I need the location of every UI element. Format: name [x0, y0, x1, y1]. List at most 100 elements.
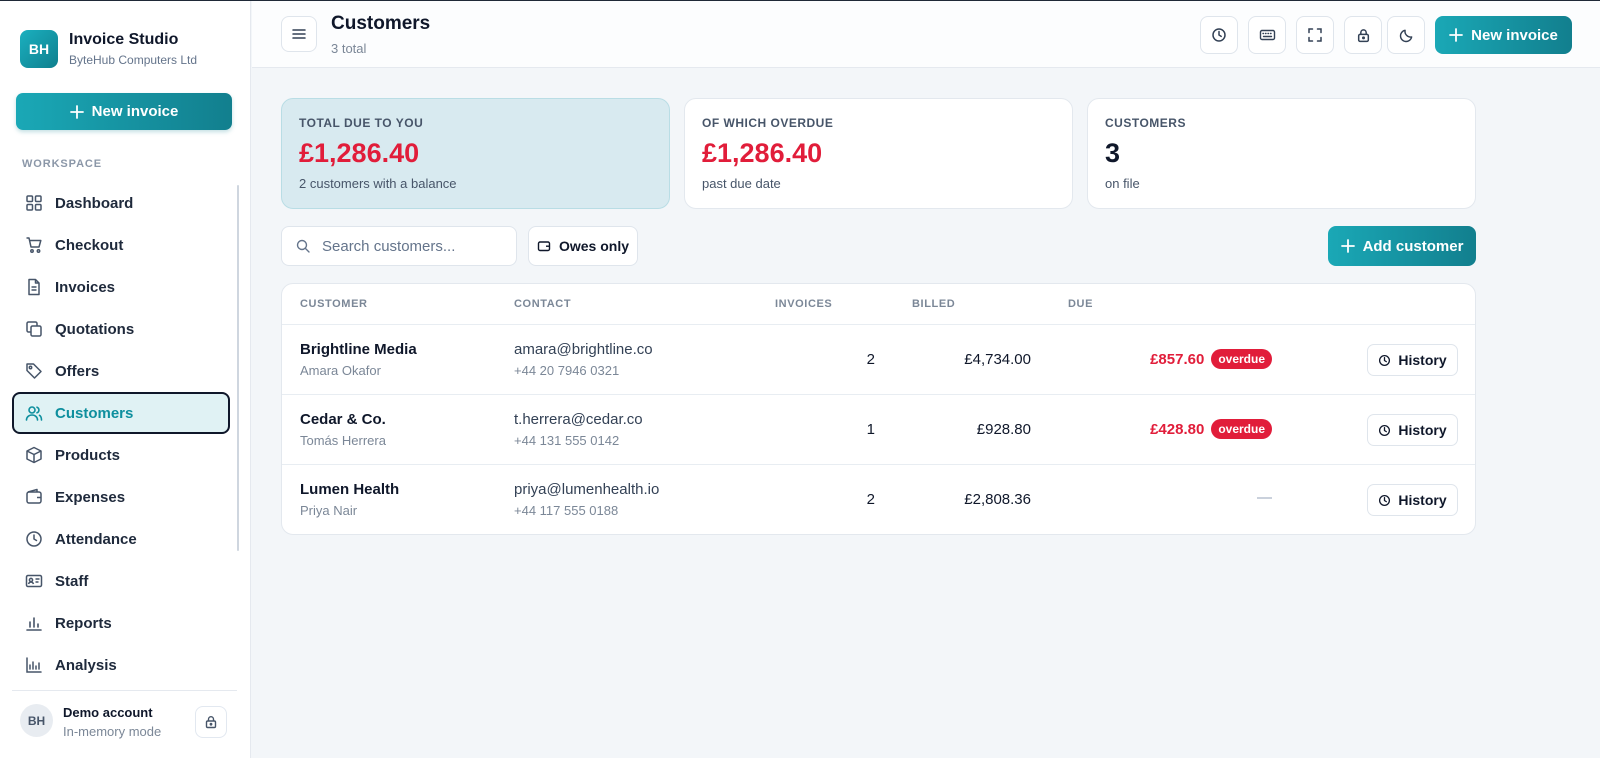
- sidebar-item-analysis[interactable]: Analysis: [12, 644, 230, 686]
- stat-label: CUSTOMERS: [1105, 116, 1186, 130]
- sidebar-item-staff[interactable]: Staff: [12, 560, 230, 602]
- menu-toggle-button[interactable]: [281, 16, 317, 52]
- sidebar-item-checkout[interactable]: Checkout: [12, 224, 230, 266]
- stat-card-total-due: TOTAL DUE TO YOU £1,286.40 2 customers w…: [281, 98, 670, 209]
- history-button[interactable]: [1200, 16, 1238, 54]
- account-mode: In-memory mode: [63, 724, 162, 739]
- history-button[interactable]: History: [1367, 414, 1458, 446]
- invoice-count: 2: [866, 351, 875, 368]
- account-name: Demo account: [63, 705, 153, 720]
- customer-name: Lumen Health: [300, 481, 400, 498]
- page-title: Customers: [331, 13, 431, 34]
- column-header-contact: CONTACT: [514, 298, 572, 310]
- wallet-icon: [537, 239, 551, 253]
- dark-mode-button[interactable]: [1387, 16, 1425, 54]
- sidebar-item-dashboard[interactable]: Dashboard: [12, 182, 230, 224]
- cart-icon: [25, 236, 43, 254]
- due-cell: £428.80 overdue: [1150, 419, 1272, 439]
- avatar: BH: [20, 704, 53, 737]
- fullscreen-button[interactable]: [1296, 16, 1334, 54]
- contact-person: Priya Nair: [300, 503, 358, 518]
- bar-chart-icon: [25, 614, 43, 632]
- header-new-invoice-button[interactable]: New invoice: [1435, 16, 1572, 54]
- table-header: CUSTOMER CONTACT INVOICES BILLED DUE: [282, 284, 1475, 325]
- history-icon: [1211, 27, 1227, 43]
- keyboard-shortcuts-button[interactable]: [1248, 16, 1286, 54]
- sidebar-new-invoice-button[interactable]: New invoice: [16, 93, 232, 130]
- search-input[interactable]: [322, 237, 502, 255]
- history-button[interactable]: History: [1367, 344, 1458, 376]
- wallet-icon: [25, 488, 43, 506]
- contact-person: Tomás Herrera: [300, 433, 386, 448]
- column-header-customer: CUSTOMER: [300, 298, 368, 310]
- add-customer-button[interactable]: Add customer: [1328, 226, 1476, 266]
- add-customer-label: Add customer: [1362, 237, 1464, 255]
- due-amount: —: [1257, 489, 1272, 506]
- keyboard-icon: [1259, 27, 1276, 43]
- invoice-count: 2: [866, 491, 875, 508]
- customers-table: CUSTOMER CONTACT INVOICES BILLED DUE Bri…: [281, 283, 1476, 535]
- sidebar-item-customers[interactable]: Customers: [12, 392, 230, 434]
- sidebar-item-invoices[interactable]: Invoices: [12, 266, 230, 308]
- sidebar-item-quotations[interactable]: Quotations: [12, 308, 230, 350]
- search-icon: [296, 239, 310, 253]
- users-icon: [25, 404, 43, 422]
- sidebar-item-products[interactable]: Products: [12, 434, 230, 476]
- brand: BH Invoice Studio ByteHub Computers Ltd: [20, 30, 197, 68]
- stat-label: OF WHICH OVERDUE: [702, 116, 834, 130]
- company-name: ByteHub Computers Ltd: [69, 53, 198, 67]
- due-cell: —: [1257, 489, 1272, 506]
- sidebar-item-offers[interactable]: Offers: [12, 350, 230, 392]
- analysis-chart-icon: [25, 656, 43, 674]
- history-button[interactable]: History: [1367, 484, 1458, 516]
- history-label: History: [1398, 492, 1447, 508]
- table-row[interactable]: Lumen Health Priya Nair priya@lumenhealt…: [282, 465, 1475, 534]
- sidebar-item-label: Reports: [55, 614, 112, 632]
- lock-icon: [1356, 28, 1371, 43]
- clock-icon: [25, 530, 43, 548]
- page-subtitle: 3 total: [331, 41, 367, 56]
- customer-phone: +44 20 7946 0321: [514, 363, 620, 378]
- hamburger-icon: [291, 26, 307, 42]
- sidebar-item-expenses[interactable]: Expenses: [12, 476, 230, 518]
- stat-note: on file: [1105, 176, 1140, 191]
- plus-icon: [1340, 239, 1355, 253]
- sidebar-item-label: Analysis: [55, 656, 117, 674]
- stat-value: 3: [1105, 138, 1121, 168]
- owes-only-filter-button[interactable]: Owes only: [528, 226, 638, 266]
- fullscreen-icon: [1307, 27, 1323, 43]
- account-panel: BH Demo account In-memory mode: [12, 690, 237, 756]
- account-lock-button[interactable]: [195, 706, 227, 738]
- table-row[interactable]: Cedar & Co. Tomás Herrera t.herrera@ceda…: [282, 395, 1475, 465]
- history-icon: [1378, 424, 1391, 437]
- stat-note: past due date: [702, 176, 781, 191]
- brand-logo: BH: [20, 30, 58, 68]
- sidebar-item-attendance[interactable]: Attendance: [12, 518, 230, 560]
- status-badge: overdue: [1211, 349, 1272, 369]
- sidebar-scrollbar[interactable]: [237, 185, 239, 551]
- stat-card-customers: CUSTOMERS 3 on file: [1087, 98, 1476, 209]
- lock-icon: [204, 715, 218, 729]
- sidebar: BH Invoice Studio ByteHub Computers Ltd …: [0, 1, 251, 758]
- due-amount: £428.80: [1150, 420, 1205, 438]
- plus-icon: [1449, 28, 1464, 42]
- sidebar-new-invoice-label: New invoice: [91, 103, 179, 120]
- column-header-invoices: INVOICES: [775, 298, 833, 310]
- lock-button[interactable]: [1344, 16, 1382, 54]
- sidebar-item-reports[interactable]: Reports: [12, 602, 230, 644]
- moon-icon: [1399, 28, 1414, 43]
- sidebar-item-label: Expenses: [55, 488, 126, 506]
- table-row[interactable]: Brightline Media Amara Okafor amara@brig…: [282, 325, 1475, 395]
- contact-person: Amara Okafor: [300, 363, 381, 378]
- sidebar-item-label: Invoices: [55, 278, 116, 296]
- billed-amount: £4,734.00: [964, 351, 1031, 368]
- customer-search[interactable]: [281, 226, 517, 266]
- stat-note: 2 customers with a balance: [299, 176, 457, 191]
- customer-name: Brightline Media: [300, 341, 417, 358]
- copy-icon: [25, 320, 43, 338]
- tag-icon: [25, 362, 43, 380]
- customer-phone: +44 117 555 0188: [514, 503, 619, 518]
- stat-value: £1,286.40: [299, 138, 420, 168]
- id-card-icon: [25, 572, 43, 590]
- column-header-due: DUE: [1068, 298, 1094, 310]
